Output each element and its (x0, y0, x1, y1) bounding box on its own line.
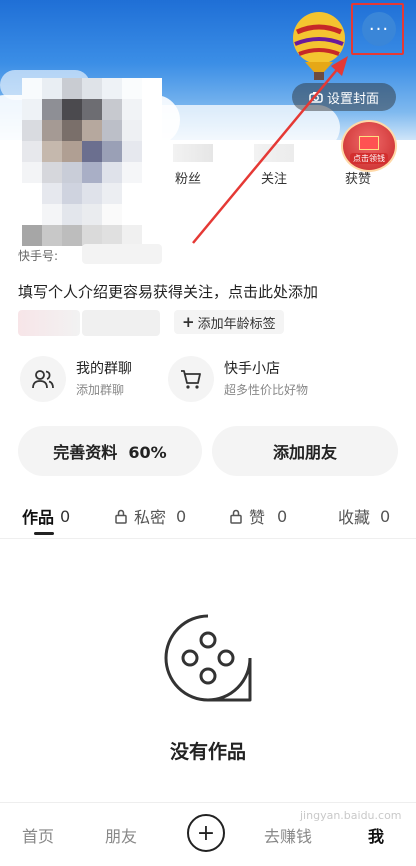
profile-intro[interactable]: 填写个人介绍更容易获得关注，点击此处添加 (18, 281, 318, 302)
tab-works-count: 0 (60, 506, 71, 526)
set-cover-button[interactable]: 设置封面 (292, 83, 396, 111)
tab-divider (0, 538, 416, 539)
plus-icon: + (182, 313, 195, 331)
add-age-tag-button[interactable]: + 添加年龄标签 (174, 310, 284, 334)
group-chat-title: 我的群聊 (76, 361, 132, 377)
camera-icon (309, 92, 323, 103)
nav-friends[interactable]: 朋友 (105, 823, 137, 847)
shop-title: 快手小店 (224, 361, 280, 377)
red-envelope-badge[interactable]: 点击领钱 (341, 120, 397, 172)
hot-air-balloon-image (293, 12, 345, 80)
plus-icon: + (196, 820, 216, 846)
tab-favorites[interactable]: 收藏 0 (338, 504, 390, 528)
tab-private[interactable]: 私密 0 (114, 504, 186, 528)
fans-count-blurred (173, 144, 213, 162)
tab-works-label: 作品 (22, 508, 55, 527)
tab-likes[interactable]: 赞 0 (229, 504, 287, 528)
follow-count-blurred (254, 144, 294, 162)
add-friend-button[interactable]: 添加朋友 (212, 426, 398, 476)
red-envelope-label: 点击领钱 (350, 153, 388, 164)
lock-icon (230, 509, 242, 524)
lock-icon (115, 509, 127, 524)
complete-profile-button[interactable]: 完善资料 60% (18, 426, 202, 476)
tab-private-label: 私密 (134, 508, 167, 527)
group-icon (20, 356, 66, 402)
annotation-highlight-box (351, 3, 404, 55)
tab-likes-count: 0 (277, 506, 288, 526)
add-age-tag-label: 添加年龄标签 (197, 316, 276, 332)
tab-favorites-label: 收藏 (338, 508, 371, 527)
tab-favorites-count: 0 (380, 506, 391, 526)
create-post-button[interactable]: + (187, 814, 225, 852)
nav-me[interactable]: 我 (368, 823, 384, 847)
shop-entry[interactable]: 快手小店 超多性价比好物 (168, 356, 308, 402)
active-tab-indicator (34, 532, 54, 535)
fans-label[interactable]: 粉丝 (168, 168, 208, 187)
cart-icon (168, 356, 214, 402)
nav-home[interactable]: 首页 (22, 823, 54, 847)
blurred-tag (82, 310, 160, 336)
film-reel-icon (164, 614, 252, 702)
bottom-nav: 首页 朋友 + 去赚钱 我 jingyan.baidu.com (0, 802, 416, 866)
red-envelope-icon (359, 136, 379, 150)
nav-earn[interactable]: 去赚钱 (264, 823, 312, 847)
group-chat-entry[interactable]: 我的群聊 添加群聊 (20, 356, 132, 402)
kuaishou-id-label: 快手号: (18, 249, 59, 263)
avatar[interactable] (22, 78, 162, 248)
blurred-tag (18, 310, 80, 336)
set-cover-label: 设置封面 (326, 91, 379, 107)
follow-label[interactable]: 关注 (254, 168, 294, 187)
shop-subtitle: 超多性价比好物 (224, 383, 309, 397)
empty-state-text: 没有作品 (169, 741, 246, 763)
tab-private-count: 0 (176, 506, 187, 526)
kuaishou-id-value-blurred (82, 244, 162, 264)
tab-works[interactable]: 作品 0 (22, 504, 70, 528)
watermark: jingyan.baidu.com (300, 809, 402, 822)
tab-likes-label: 赞 (249, 508, 266, 527)
group-chat-subtitle: 添加群聊 (76, 383, 125, 397)
